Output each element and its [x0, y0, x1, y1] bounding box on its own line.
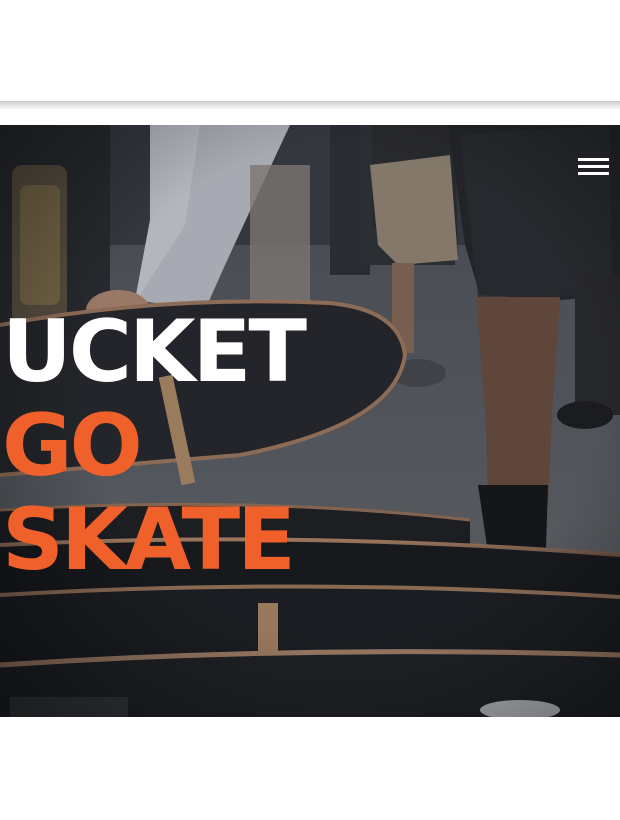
menu-bar: [578, 165, 609, 168]
menu-bar: [578, 158, 609, 161]
hamburger-menu-icon[interactable]: [578, 156, 609, 178]
top-divider: [0, 101, 620, 109]
hero-banner: UCKET GO SKATE: [0, 125, 620, 717]
menu-bar: [578, 172, 609, 175]
page: UCKET GO SKATE: [0, 0, 620, 820]
headline-line-2: GO: [2, 396, 143, 496]
hero-headline: UCKET GO SKATE: [2, 302, 307, 590]
headline-line-3: SKATE: [2, 490, 296, 590]
headline-line-1: UCKET: [2, 302, 307, 402]
